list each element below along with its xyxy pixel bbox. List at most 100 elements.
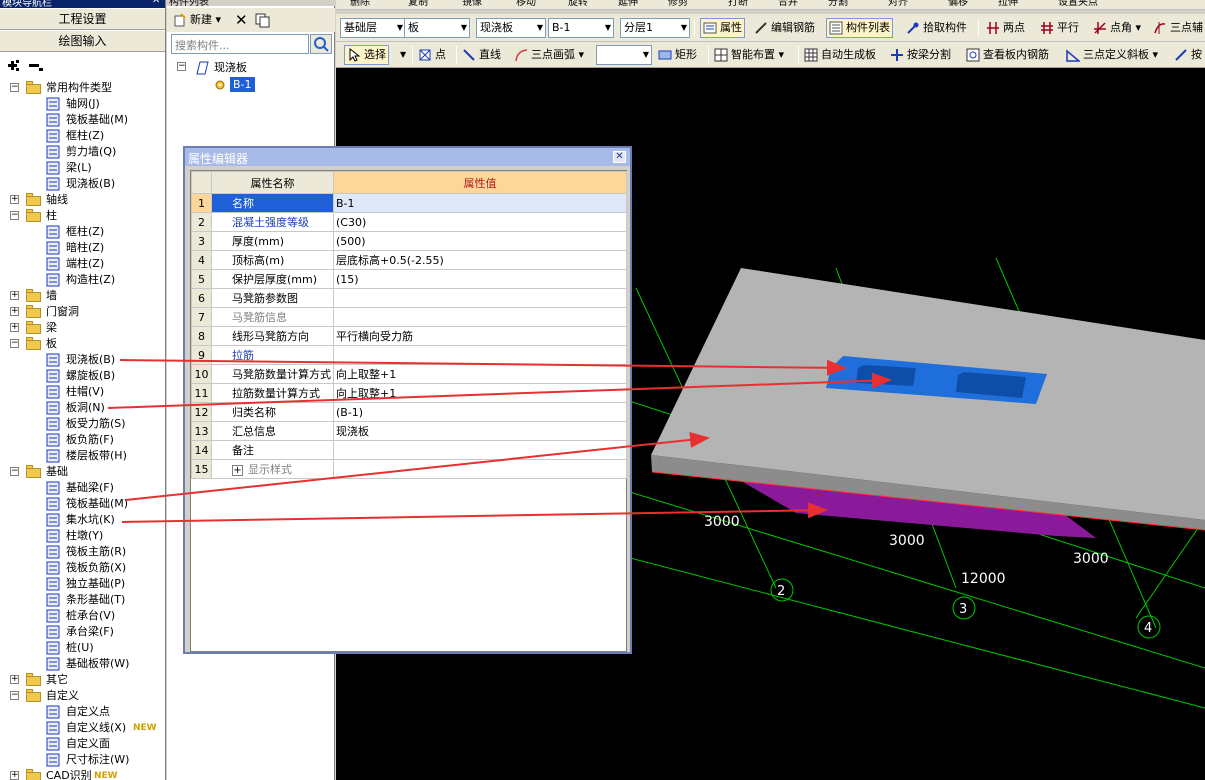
parallel-axis-button[interactable]: 平行 (1038, 18, 1081, 38)
tree-item[interactable]: 楼层板带(H) (0, 448, 165, 464)
tree-item[interactable]: 框柱(Z) (0, 128, 165, 144)
tree-item[interactable]: 基础板带(W) (0, 656, 165, 672)
edit-toolbar-button[interactable]: 打断 (726, 0, 750, 9)
tree-folder[interactable]: + CAD识别 NEW (0, 768, 165, 780)
point-angle-axis-button[interactable]: 点角 ▾ (1091, 18, 1143, 38)
nav-button-project-settings[interactable]: 工程设置 (0, 8, 165, 30)
expand-icon[interactable]: + (10, 291, 19, 300)
collapse-all-icon[interactable] (28, 58, 44, 74)
property-row[interactable]: 6 马凳筋参数图 (191, 288, 627, 308)
arc-option-select[interactable]: ▼ (596, 45, 652, 65)
property-row[interactable]: 4 顶标高(m) 层底标高+0.5(-2.55) (191, 250, 627, 270)
tree-item[interactable]: 桩(U) (0, 640, 165, 656)
tree-folder[interactable]: − 板 (0, 336, 165, 352)
tree-item[interactable]: 自定义面 (0, 736, 165, 752)
property-value[interactable]: (B-1) (333, 402, 627, 422)
tree-item[interactable]: 筏板基础(M) (0, 112, 165, 128)
tree-item[interactable]: 筏板主筋(R) (0, 544, 165, 560)
component-subtype-select[interactable]: 现浇板 ▼ (476, 18, 546, 38)
property-row[interactable]: 10 马凳筋数量计算方式 向上取整+1 (191, 364, 627, 384)
edit-toolbar-button[interactable]: 修剪 (666, 0, 690, 9)
close-icon[interactable]: ✕ (152, 0, 160, 6)
tree-folder[interactable]: + 梁 (0, 320, 165, 336)
tree-item[interactable]: 基础梁(F) (0, 480, 165, 496)
collapse-icon[interactable]: − (10, 691, 19, 700)
edit-toolbar-button[interactable]: 分割 (826, 0, 850, 9)
property-row[interactable]: 8 线形马凳筋方向 平行横向受力筋 (191, 326, 627, 346)
smart-layout-button[interactable]: 智能布置 ▾ (712, 45, 786, 65)
component-tree-root[interactable]: 现浇板 (214, 61, 247, 75)
expand-icon[interactable]: + (10, 307, 19, 316)
tree-item[interactable]: 螺旋板(B) (0, 368, 165, 384)
expand-icon[interactable]: + (10, 771, 19, 780)
edit-toolbar-button[interactable]: 合并 (776, 0, 800, 9)
edit-toolbar-button[interactable]: 旋转 (566, 0, 590, 9)
edit-toolbar-button[interactable]: 移动 (514, 0, 538, 9)
property-value[interactable] (333, 440, 627, 460)
tree-item[interactable]: 板洞(N) (0, 400, 165, 416)
collapse-icon[interactable]: − (10, 83, 19, 92)
component-name-select[interactable]: B-1 ▼ (548, 18, 614, 38)
tree-item[interactable]: 剪力墙(Q) (0, 144, 165, 160)
edit-toolbar-button[interactable]: 镜像 (460, 0, 484, 9)
tree-item[interactable]: 柱墩(Y) (0, 528, 165, 544)
new-component-button[interactable]: 新建 ▾ (171, 10, 223, 30)
tree-folder[interactable]: − 柱 (0, 208, 165, 224)
property-row[interactable]: 14 备注 (191, 440, 627, 460)
search-button[interactable] (310, 34, 332, 54)
tree-item[interactable]: 筏板基础(M) (0, 496, 165, 512)
edit-toolbar-button[interactable]: 设置夹点 (1056, 0, 1100, 9)
property-row[interactable]: 9 拉筋 (191, 345, 627, 365)
edit-rebar-button[interactable]: 编辑钢筋 (752, 18, 817, 38)
expand-icon[interactable]: + (10, 675, 19, 684)
tree-folder[interactable]: + 墙 (0, 288, 165, 304)
tree-item[interactable]: 暗柱(Z) (0, 240, 165, 256)
tree-item[interactable]: 自定义点 (0, 704, 165, 720)
property-row[interactable]: 5 保护层厚度(mm) (15) (191, 269, 627, 289)
three-point-aux-button[interactable]: 三点辅 (1151, 18, 1205, 38)
property-value[interactable] (333, 288, 627, 308)
tree-item[interactable]: 尺寸标注(W) (0, 752, 165, 768)
tree-item[interactable]: 承台梁(F) (0, 624, 165, 640)
tree-item[interactable]: 板受力筋(S) (0, 416, 165, 432)
tree-item[interactable]: 梁(L) (0, 160, 165, 176)
edit-toolbar-button[interactable]: 拉伸 (996, 0, 1020, 9)
floor-layer-select[interactable]: 基础层 ▼ (340, 18, 406, 38)
select-dropdown-arrow[interactable]: ▼ (398, 45, 408, 65)
property-value[interactable]: 现浇板 (333, 421, 627, 441)
property-value[interactable]: (15) (333, 269, 627, 289)
collapse-icon[interactable]: − (10, 467, 19, 476)
properties-button[interactable]: 属性 (700, 18, 745, 38)
select-button[interactable]: 选择 (344, 45, 389, 65)
tree-folder[interactable]: − 基础 (0, 464, 165, 480)
three-point-arc-button[interactable]: 三点画弧 ▾ (512, 45, 586, 65)
property-value[interactable]: 向上取整+1 (333, 364, 627, 384)
expand-icon[interactable]: + (10, 323, 19, 332)
property-value[interactable]: (C30) (333, 212, 627, 232)
tree-folder[interactable]: + 轴线 (0, 192, 165, 208)
expand-icon[interactable]: + (232, 465, 243, 476)
pick-component-button[interactable]: 拾取构件 (904, 18, 969, 38)
property-value[interactable]: B-1 (333, 193, 627, 213)
component-tree-item-b1[interactable]: B-1 (230, 77, 255, 92)
tree-item[interactable]: 条形基础(T) (0, 592, 165, 608)
property-row[interactable]: 15 + 显示样式 (191, 459, 627, 479)
tree-item[interactable]: 板负筋(F) (0, 432, 165, 448)
tree-item[interactable]: 轴网(J) (0, 96, 165, 112)
more-button[interactable]: 按 (1172, 45, 1204, 65)
tree-item[interactable]: 框柱(Z) (0, 224, 165, 240)
edit-toolbar-button[interactable]: 删除 (348, 0, 372, 9)
sublayer-select[interactable]: 分层1 ▼ (620, 18, 690, 38)
tree-item[interactable]: 构造柱(Z) (0, 272, 165, 288)
property-row[interactable]: 2 混凝土强度等级 (C30) (191, 212, 627, 232)
component-search-input[interactable]: 搜索构件... (171, 34, 309, 54)
tree-folder[interactable]: − 常用构件类型 (0, 80, 165, 96)
edit-toolbar-button[interactable]: 复制 (406, 0, 430, 9)
edit-toolbar-button[interactable]: 对齐 (886, 0, 910, 9)
copy-component-icon[interactable] (255, 13, 271, 29)
property-value[interactable]: 平行横向受力筋 (333, 326, 627, 346)
property-row[interactable]: 11 拉筋数量计算方式 向上取整+1 (191, 383, 627, 403)
tree-item[interactable]: 现浇板(B) (0, 352, 165, 368)
point-button[interactable]: 点 (416, 45, 448, 65)
tree-item[interactable]: 筏板负筋(X) (0, 560, 165, 576)
